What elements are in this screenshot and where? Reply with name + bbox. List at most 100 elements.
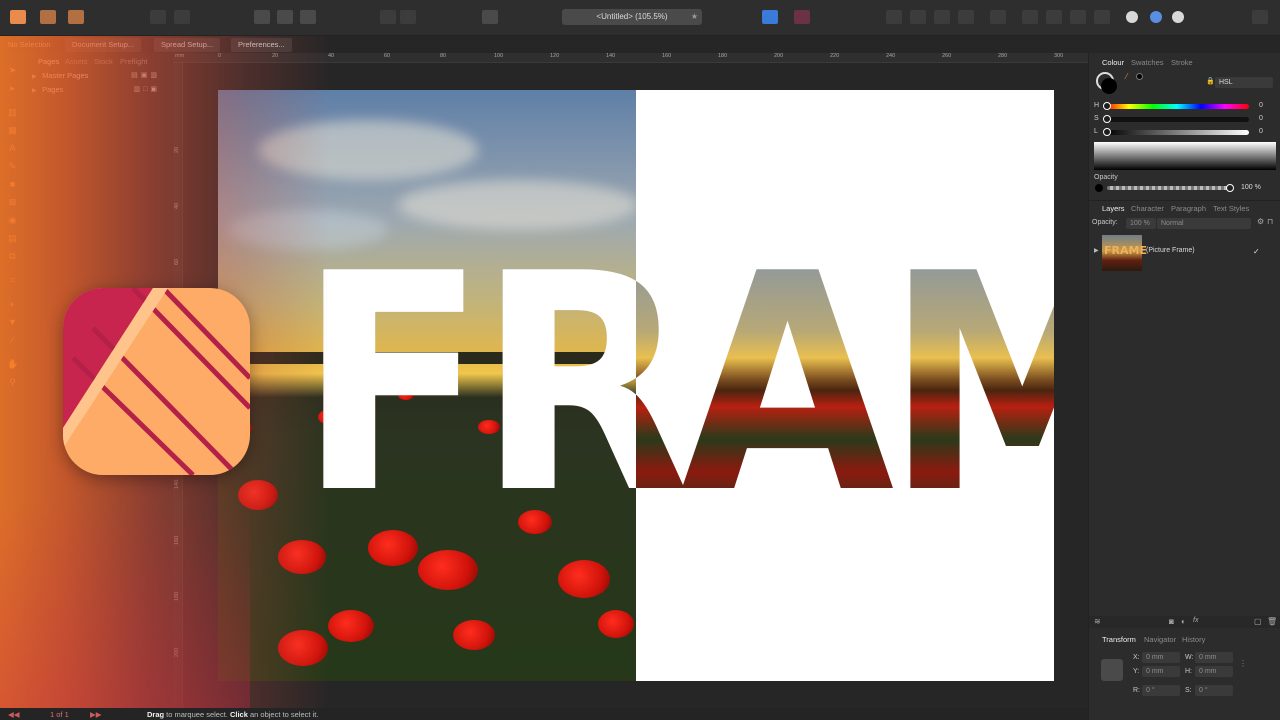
horizontal-ruler[interactable]: mm 0 20 40 60 80 100 120 140 160 180 200… xyxy=(173,53,1088,63)
node-tool-icon[interactable]: ▸ xyxy=(7,83,18,93)
hue-knob[interactable] xyxy=(1103,102,1111,110)
opacity-track[interactable] xyxy=(1107,186,1229,190)
user-account-icon[interactable] xyxy=(1252,10,1268,24)
fx-icon[interactable]: fx xyxy=(1193,617,1198,624)
layer-settings-icon[interactable]: ⚙ xyxy=(1257,217,1264,226)
tab-character[interactable]: Character xyxy=(1131,204,1164,213)
fill-tool-icon[interactable]: ◐ xyxy=(7,299,18,309)
expand-layer-arrow-icon[interactable]: ▶ xyxy=(1094,247,1099,254)
layer-row[interactable]: ▶ FRAME (Picture Frame) ✓ xyxy=(1089,233,1280,271)
layer-opacity-field[interactable]: 100 % xyxy=(1126,218,1156,229)
tab-text-styles[interactable]: Text Styles xyxy=(1213,204,1249,213)
hue-value[interactable]: 0 xyxy=(1259,102,1263,109)
lightness-value[interactable]: 0 xyxy=(1259,128,1263,135)
artistic-text-tool-icon[interactable]: A xyxy=(7,143,18,153)
lightness-track[interactable] xyxy=(1105,130,1249,135)
rotate-left-icon[interactable] xyxy=(1070,10,1086,24)
boolean-intersect-icon[interactable] xyxy=(1172,11,1184,23)
preview-mode-icon[interactable] xyxy=(400,10,416,24)
mask-icon[interactable]: ◙ xyxy=(1169,617,1174,626)
layers-stack-icon[interactable]: ≋ xyxy=(1094,617,1101,626)
blend-mode-select[interactable]: Normal xyxy=(1157,218,1251,229)
snapping-icon[interactable] xyxy=(380,10,396,24)
document-setup-button[interactable]: Document Setup... xyxy=(65,38,142,52)
tab-history[interactable]: History xyxy=(1182,635,1205,644)
flip-horizontal-icon[interactable] xyxy=(1022,10,1038,24)
align-top-icon[interactable] xyxy=(958,10,974,24)
page-actions-icon[interactable]: ▥□▣ xyxy=(134,85,160,93)
flip-vertical-icon[interactable] xyxy=(1046,10,1062,24)
hue-track[interactable] xyxy=(1105,104,1249,109)
align-right-icon[interactable] xyxy=(934,10,950,24)
pen-tool-icon[interactable]: ✎ xyxy=(7,161,18,171)
colour-model-select[interactable]: HSL xyxy=(1215,77,1273,88)
publisher-persona-icon[interactable] xyxy=(10,10,26,24)
tab-paragraph[interactable]: Paragraph xyxy=(1171,204,1206,213)
spread-setup-button[interactable]: Spread Setup... xyxy=(154,38,221,52)
picture-frame-tool-icon[interactable]: ⊠ xyxy=(7,197,18,207)
tab-navigator[interactable]: Navigator xyxy=(1144,635,1176,644)
add-layer-icon[interactable]: ▢ xyxy=(1254,617,1262,626)
color-picker-tool-icon[interactable]: ⁄ xyxy=(7,335,18,345)
y-field[interactable]: 0 mm xyxy=(1142,666,1180,677)
document-title[interactable]: <Untitled> (105.5%) ★ xyxy=(562,9,702,25)
saturation-slider[interactable]: S 0 xyxy=(1094,115,1278,124)
tab-pages[interactable]: Pages xyxy=(38,57,59,66)
lightness-gradient-box[interactable] xyxy=(1094,142,1276,170)
expand-arrow-icon[interactable]: ▶ xyxy=(32,73,40,80)
frame-view-icon[interactable] xyxy=(300,10,316,24)
designer-persona-icon[interactable] xyxy=(68,10,84,24)
ellipse-tool-icon[interactable]: ◉ xyxy=(7,215,18,225)
lightness-knob[interactable] xyxy=(1103,128,1111,136)
pages-row[interactable]: ▶ Pages ▥□▣ xyxy=(32,85,168,94)
table-tool-icon[interactable]: ▦ xyxy=(7,125,18,135)
view-mode-icon[interactable] xyxy=(150,10,166,24)
opacity-value[interactable]: 100 % xyxy=(1241,184,1261,191)
tab-colour[interactable]: Colour xyxy=(1102,58,1124,67)
tab-stock[interactable]: Stock xyxy=(94,57,113,66)
next-page-icon[interactable]: ▶▶ xyxy=(90,710,102,719)
layer-visibility-check-icon[interactable]: ✓ xyxy=(1253,247,1260,256)
fill-swatch[interactable] xyxy=(1101,78,1117,94)
lock-icon[interactable]: 🔒 xyxy=(1206,77,1215,86)
color-picker-icon[interactable]: ⁄ xyxy=(1126,72,1135,81)
crop-tool-icon[interactable]: ⌗ xyxy=(7,275,18,285)
x-field[interactable]: 0 mm xyxy=(1142,652,1180,663)
w-field[interactable]: 0 mm xyxy=(1195,652,1233,663)
page-spread[interactable]: FRAME FRAME xyxy=(218,90,1054,681)
lightness-slider[interactable]: L 0 xyxy=(1094,128,1278,137)
master-pages-row[interactable]: ▶ Master Pages ▤▣▥ xyxy=(32,71,168,80)
document-canvas[interactable]: FRAME FRAME xyxy=(183,63,1088,713)
rotation-field[interactable]: 0 ° xyxy=(1142,685,1180,696)
rectangle-tool-icon[interactable]: ■ xyxy=(7,179,18,189)
lock-layer-icon[interactable]: ⊓ xyxy=(1267,217,1273,226)
shear-field[interactable]: 0 ° xyxy=(1195,685,1233,696)
boolean-add-icon[interactable] xyxy=(1126,11,1138,23)
saturation-value[interactable]: 0 xyxy=(1259,115,1263,122)
tab-preflight[interactable]: Preflight xyxy=(120,57,148,66)
hand-tool-icon[interactable]: ✋ xyxy=(7,359,18,369)
hue-slider[interactable]: H 0 xyxy=(1094,102,1278,111)
photo-persona-icon[interactable] xyxy=(40,10,56,24)
link-dimensions-icon[interactable]: ⋮ xyxy=(1239,659,1247,668)
place-tool-icon[interactable]: ▤ xyxy=(7,233,18,243)
delete-layer-icon[interactable]: 🗑 xyxy=(1267,617,1277,626)
tab-stroke[interactable]: Stroke xyxy=(1171,58,1193,67)
expand-arrow-icon[interactable]: ▶ xyxy=(32,87,40,94)
h-field[interactable]: 0 mm xyxy=(1195,666,1233,677)
saturation-knob[interactable] xyxy=(1103,115,1111,123)
view-quality-icon[interactable] xyxy=(482,10,498,24)
preferences-button[interactable]: Preferences... xyxy=(231,38,292,52)
prev-page-icon[interactable]: ◀◀ xyxy=(8,710,20,719)
tab-transform[interactable]: Transform xyxy=(1102,635,1136,644)
text-frame-icon[interactable] xyxy=(762,10,778,24)
saturation-track[interactable] xyxy=(1105,117,1249,122)
master-page-actions-icon[interactable]: ▤▣▥ xyxy=(131,71,160,79)
link-frame-icon[interactable] xyxy=(794,10,810,24)
anchor-selector[interactable] xyxy=(1101,659,1123,681)
tab-swatches[interactable]: Swatches xyxy=(1131,58,1164,67)
tab-assets[interactable]: Assets xyxy=(65,57,88,66)
move-tool-icon[interactable]: ➤ xyxy=(7,65,18,75)
page-view-icon[interactable] xyxy=(254,10,270,24)
rotate-right-icon[interactable] xyxy=(1094,10,1110,24)
